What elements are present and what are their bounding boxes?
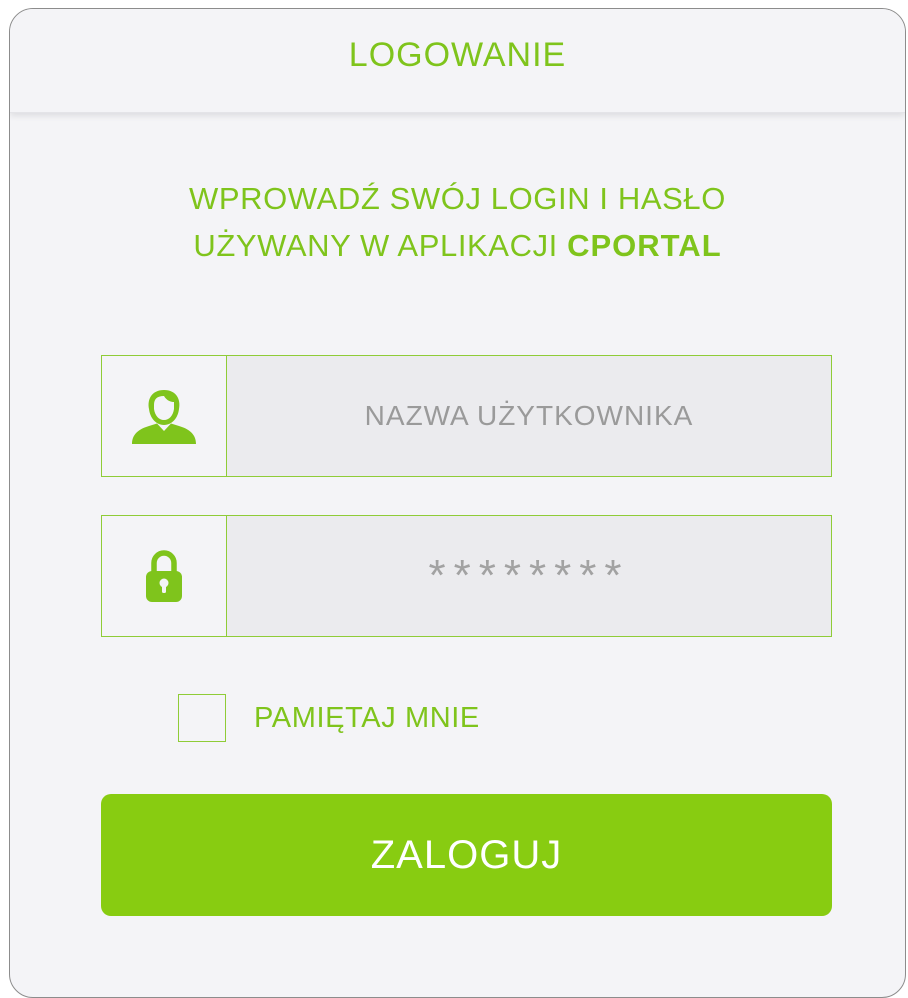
username-input[interactable] [227,356,831,476]
remember-me-row: PAMIĘTAJ MNIE [178,693,480,743]
lock-icon [146,550,182,602]
username-field [101,355,832,477]
instructions-line-1: WPROWADŹ SWÓJ LOGIN I HASŁO [189,181,726,216]
instructions-line-2-text: UŻYWANY W APLIKACJI [193,228,568,263]
remember-me-checkbox[interactable] [178,694,226,742]
page-title: LOGOWANIE [348,36,567,74]
header-bar: LOGOWANIE [10,9,905,113]
remember-me-label[interactable]: PAMIĘTAJ MNIE [254,702,480,735]
login-button[interactable]: ZALOGUJ [101,794,832,916]
user-icon [132,390,196,444]
password-input[interactable] [227,516,831,636]
username-icon-cell [102,356,227,476]
instructions-line-2: UŻYWANY W APLIKACJI CPORTAL [10,222,905,269]
brand-name: CPORTAL [567,228,722,263]
login-instructions: WPROWADŹ SWÓJ LOGIN I HASŁO UŻYWANY W AP… [10,175,905,269]
password-icon-cell [102,516,227,636]
login-panel: LOGOWANIE WPROWADŹ SWÓJ LOGIN I HASŁO UŻ… [9,8,906,998]
password-field [101,515,832,637]
